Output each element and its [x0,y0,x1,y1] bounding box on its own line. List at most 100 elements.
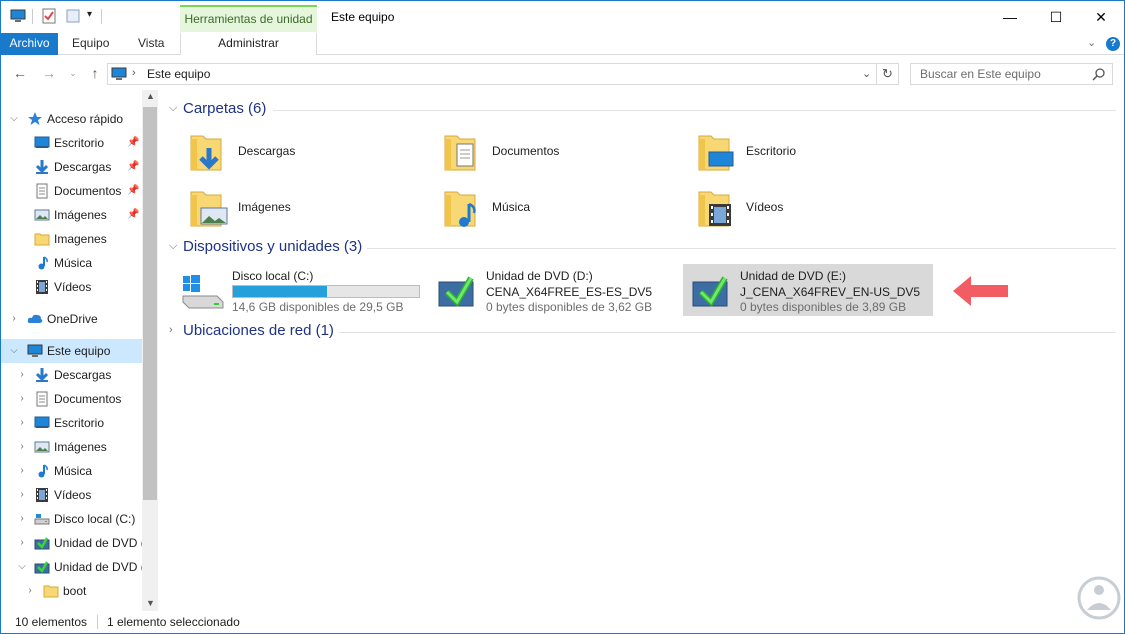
chevron-right-icon[interactable]: › [9,313,19,324]
sidebar-item-pc[interactable]: › Unidad de DVD ( [1,531,142,555]
nav-item-label: Imagenes [54,232,107,246]
annotation-arrow-icon [953,276,1008,306]
address-dropdown-icon[interactable]: ⌄ [862,67,871,80]
nav-item-label: Escritorio [54,416,105,430]
breadcrumb-separator-icon[interactable]: › [132,67,136,79]
nav-onedrive[interactable]: › OneDrive [1,307,142,331]
chevron-right-icon[interactable]: › [17,441,27,452]
folder-tile[interactable]: Imágenes [181,182,431,234]
sidebar-item-quick[interactable]: Imagenes [1,227,142,251]
folder-tile[interactable]: Música [435,182,685,234]
folder-icon [43,585,59,598]
minimize-button[interactable]: — [987,1,1033,33]
sidebar-item-sub[interactable]: › boot [1,579,142,603]
drive-tile[interactable]: Disco local (C:) 14,6 GB disponibles de 2… [175,264,425,316]
chevron-down-icon[interactable]: ⌵ [9,345,19,356]
desktop-folder-icon [698,135,734,171]
scroll-thumb[interactable] [143,107,157,500]
nav-item-label: Unidad de DVD ( [54,536,142,550]
sidebar-item-quick[interactable]: Escritorio 📌 [1,131,142,155]
folder-tile[interactable]: Descargas [181,126,431,178]
back-icon[interactable]: ← [10,64,30,82]
chevron-right-icon[interactable]: › [17,369,27,380]
tab-view[interactable]: Vista [138,33,164,55]
up-icon[interactable]: ↑ [85,64,105,82]
drive-name: Unidad de DVD (E:) [740,269,847,283]
nav-item-label: Descargas [54,368,112,382]
pin-icon[interactable]: 📌 [127,209,139,220]
pin-icon[interactable]: 📌 [127,185,139,196]
pin-icon[interactable]: 📌 [127,137,139,148]
sidebar-item-pc[interactable]: › Escritorio [1,411,142,435]
search-icon[interactable] [1092,67,1106,81]
video-icon [36,488,48,502]
properties-icon[interactable] [41,8,57,24]
expand-ribbon-icon[interactable]: ⌄ [1087,36,1096,49]
customize-toolbar-icon[interactable]: ▾ [87,9,92,20]
folder-tile[interactable]: Vídeos [689,182,939,234]
folder-label: Imágenes [238,200,291,214]
chevron-right-icon[interactable]: › [25,585,35,596]
nav-item-label: Escritorio [54,136,105,150]
sidebar-item-quick[interactable]: Imágenes 📌 [1,203,142,227]
chevron-right-icon[interactable]: › [17,513,27,524]
network-group[interactable]: › Ubicaciones de red (1) [161,322,1116,342]
selected-drive-tile[interactable]: Unidad de DVD (E:) J_CENA_X64FREV_EN-US_D… [683,264,933,316]
tab-file[interactable]: Archivo [1,33,58,55]
folders-group[interactable]: ⌵ Carpetas (6) [161,100,1116,120]
sidebar-item-pc[interactable]: › Vídeos [1,483,142,507]
new-folder-icon[interactable] [65,8,81,24]
sidebar-item-quick[interactable]: Música [1,251,142,275]
sidebar-item-pc[interactable]: › Imágenes [1,435,142,459]
watermark-logo [1077,576,1121,620]
chevron-down-icon[interactable]: ⌵ [17,561,27,572]
breadcrumb[interactable]: Este equipo [147,67,210,81]
sidebar-item-quick[interactable]: Descargas 📌 [1,155,142,179]
pictures-folder-icon [190,191,228,227]
folder-tile[interactable]: Escritorio [689,126,939,178]
nav-this-pc[interactable]: ⌵ Este equipo [1,339,142,363]
folder-tile[interactable]: Documentos [435,126,685,178]
scroll-up-icon[interactable]: ▲ [146,91,155,101]
sidebar-item-pc[interactable]: › Documentos [1,387,142,411]
sidebar-item-quick[interactable]: Documentos 📌 [1,179,142,203]
minimize-icon: — [1003,9,1017,25]
chevron-right-icon[interactable]: › [17,417,27,428]
computer-icon[interactable] [10,8,26,24]
refresh-button[interactable]: ↻ [877,63,899,85]
maximize-button[interactable]: ☐ [1033,1,1079,33]
address-bar[interactable]: › Este equipo ⌄ [107,63,877,85]
drive-tools-context-tab[interactable]: Herramientas de unidad [180,5,317,32]
sidebar-item-pc[interactable]: › Disco local (C:) [1,507,142,531]
folder-label: Vídeos [746,200,784,214]
chevron-right-icon[interactable]: › [17,537,27,548]
drive-tile[interactable]: Unidad de DVD (D:) CENA_X64FREE_ES-ES_DV5… [429,264,679,316]
devices-group[interactable]: ⌵ Dispositivos y unidades (3) [161,238,1116,258]
sidebar-item-pc[interactable]: › Descargas [1,363,142,387]
chevron-down-icon[interactable]: ⌵ [9,113,19,124]
tab-computer[interactable]: Equipo [72,33,109,55]
close-icon: ✕ [1095,8,1107,25]
help-icon[interactable]: ? [1106,37,1120,51]
chevron-right-icon[interactable]: › [17,489,27,500]
pin-icon[interactable]: 📌 [127,161,139,172]
dvd-drive-icon [34,537,50,550]
scroll-down-icon[interactable]: ▼ [146,598,155,608]
nav-item-label: Disco local (C:) [54,512,136,526]
computer-icon [111,67,127,80]
recent-locations-icon[interactable]: ⌄ [63,64,83,82]
sidebar-item-pc[interactable]: ⌵ Unidad de DVD ( [1,555,142,579]
close-button[interactable]: ✕ [1078,1,1124,33]
sidebar-item-pc[interactable]: › Música [1,459,142,483]
chevron-right-icon[interactable]: › [17,465,27,476]
nav-item-label: boot [63,584,87,598]
nav-quick-access[interactable]: ⌵ Acceso rápido [1,107,142,131]
nav-item-label: OneDrive [47,312,98,326]
chevron-right-icon[interactable]: › [17,393,27,404]
sidebar-item-quick[interactable]: Vídeos [1,275,142,299]
drive-name: Unidad de DVD (D:) [486,269,593,283]
tab-manage[interactable]: Administrar [180,33,317,55]
forward-icon[interactable]: → [39,64,59,82]
search-box[interactable]: Buscar en Este equipo [910,63,1113,85]
search-input[interactable]: Buscar en Este equipo [920,67,1041,81]
